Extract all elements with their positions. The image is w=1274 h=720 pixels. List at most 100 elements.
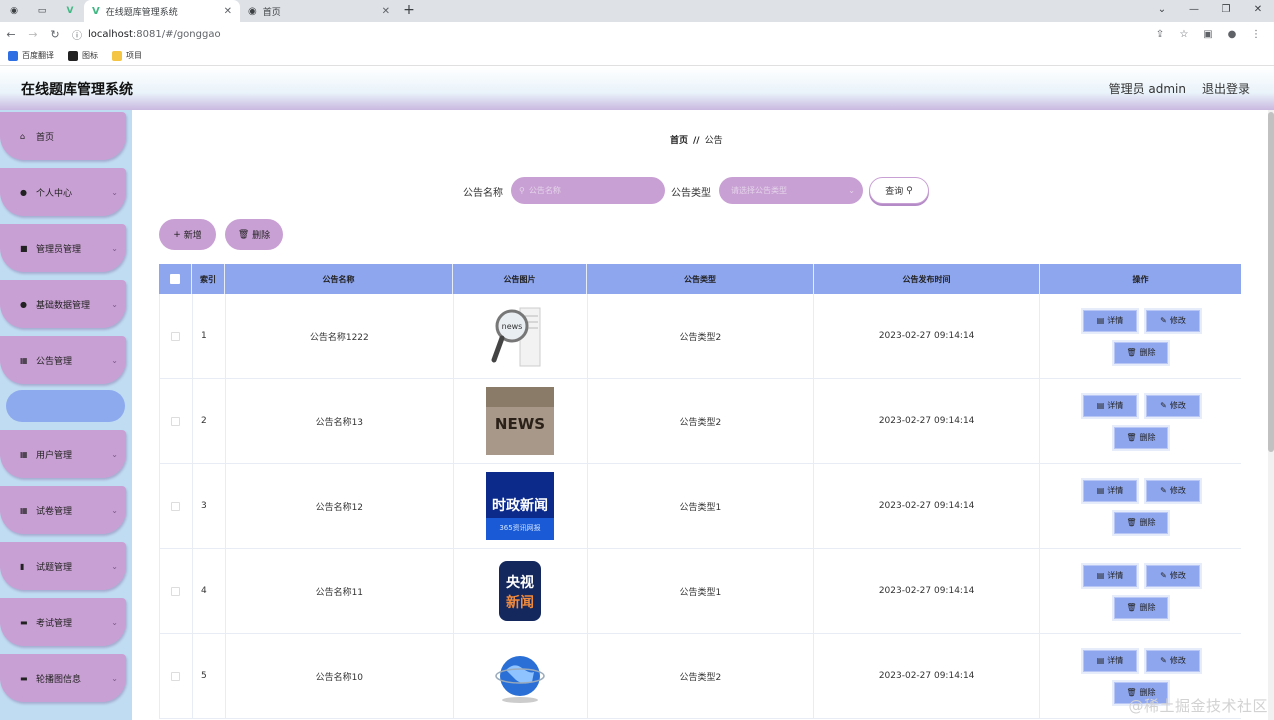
star-icon[interactable]: ☆: [1172, 29, 1196, 40]
url-field[interactable]: ⓘ localhost:8081/#/gonggao: [72, 27, 221, 42]
query-button[interactable]: 查询 ⚲: [869, 177, 929, 204]
info-icon[interactable]: ⓘ: [72, 27, 82, 42]
share-icon[interactable]: ⇪: [1148, 29, 1172, 40]
sidebar-item-label: 管理员管理: [36, 244, 82, 255]
sidebar-item[interactable]: ▬ 轮播图信息 ⌄: [0, 654, 126, 702]
logout-link[interactable]: 退出登录: [1202, 80, 1250, 97]
sidebar-item[interactable]: ● 个人中心 ⌄: [0, 168, 126, 216]
close-tab-icon[interactable]: ✕: [224, 6, 232, 17]
notice-image: [486, 642, 554, 710]
chevron-down-icon: ⌄: [111, 355, 118, 365]
bookmark-item[interactable]: 图标: [68, 50, 98, 61]
bookmark-item[interactable]: 百度翻译: [8, 50, 54, 61]
row-select-cell: [160, 464, 193, 548]
notice-image: NEWS: [486, 387, 555, 455]
header-type: 公告类型: [587, 264, 814, 294]
scrollbar-thumb[interactable]: [1268, 112, 1274, 452]
scrollbar[interactable]: [1268, 110, 1274, 720]
detail-button[interactable]: ▤ 详情: [1082, 479, 1137, 502]
sidebar-item[interactable]: ■ 管理员管理 ⌄: [0, 224, 126, 272]
svg-text:新闻: 新闻: [506, 594, 534, 611]
row-checkbox[interactable]: [171, 671, 181, 681]
edit-icon: ✎: [1160, 571, 1167, 580]
edit-button[interactable]: ✎ 修改: [1145, 649, 1200, 672]
select-all-checkbox[interactable]: [170, 274, 180, 284]
browser-tab[interactable]: ◉ 首页 ✕: [240, 0, 398, 22]
edit-button[interactable]: ✎ 修改: [1145, 394, 1200, 417]
document-icon: ▤: [1096, 316, 1105, 325]
cell-time: 2023-02-27 09:14:14: [814, 634, 1040, 718]
edit-button[interactable]: ✎ 修改: [1145, 309, 1200, 332]
delete-button[interactable]: 🗑 删除: [1113, 596, 1168, 619]
restore-icon[interactable]: ❐: [1210, 0, 1242, 22]
sidebar-item[interactable]: ▦ 试卷管理 ⌄: [0, 486, 126, 534]
delete-button[interactable]: 🗑 删除: [1113, 426, 1168, 449]
cell-time: 2023-02-27 09:14:14: [814, 379, 1040, 463]
detail-button[interactable]: ▤ 详情: [1082, 564, 1137, 587]
table-row: 5 公告名称10 公告类型2 2023-02-27 09:14:14 ▤ 详情 ✎ 修改 🗑 删除: [159, 634, 1241, 719]
more-icon[interactable]: ⋮: [1244, 29, 1268, 40]
edit-button[interactable]: ✎ 修改: [1145, 564, 1200, 587]
forward-icon[interactable]: →: [22, 28, 44, 41]
grid-icon: ▦: [20, 505, 28, 515]
folder-icon: [112, 50, 122, 61]
sidebar-item[interactable]: ▮ 试题管理 ⌄: [0, 542, 126, 590]
detail-button[interactable]: ▤ 详情: [1082, 394, 1137, 417]
cell-type: 公告类型2: [588, 634, 815, 718]
grid-icon: ▦: [20, 355, 28, 365]
name-search-input[interactable]: ⚲ 公告名称: [511, 177, 665, 204]
row-checkbox[interactable]: [171, 416, 181, 426]
chevron-down-icon: ⌄: [111, 617, 118, 627]
pinned-tab[interactable]: ◉: [0, 0, 28, 22]
edit-button[interactable]: ✎ 修改: [1145, 479, 1200, 502]
batch-delete-button[interactable]: 🗑 删除: [225, 219, 283, 250]
reload-icon[interactable]: ↻: [44, 28, 66, 41]
cell-index: 4: [193, 549, 226, 633]
message-icon: ▬: [20, 673, 28, 683]
sidebar-item[interactable]: ▬ 考试管理 ⌄: [0, 598, 126, 646]
sidebar-item-label: 试题管理: [36, 562, 73, 573]
back-icon[interactable]: ←: [0, 28, 22, 41]
trash-icon: 🗑: [237, 229, 250, 240]
detail-button[interactable]: ▤ 详情: [1082, 649, 1137, 672]
delete-button[interactable]: 🗑 删除: [1113, 511, 1168, 534]
cell-index: 2: [193, 379, 226, 463]
edit-button-label: 修改: [1169, 571, 1186, 580]
cell-image: 时政新闻 365资讯网报: [454, 464, 588, 548]
detail-button-label: 详情: [1107, 571, 1124, 580]
profile-icon[interactable]: ●: [1220, 29, 1244, 40]
translate-icon: [8, 50, 18, 61]
row-checkbox[interactable]: [171, 501, 181, 511]
sidebar-item[interactable]: ⌂ 首页: [0, 112, 126, 160]
edit-icon: ✎: [1160, 656, 1167, 665]
sidebar-item[interactable]: ▦ 用户管理 ⌄: [0, 430, 126, 478]
notice-image: 央视 新闻: [486, 557, 554, 625]
bookmark-item[interactable]: 项目: [112, 50, 142, 61]
sidepanel-icon[interactable]: ▣: [1196, 29, 1220, 40]
row-select-cell: [160, 294, 193, 378]
delete-button[interactable]: 🗑 删除: [1113, 341, 1168, 364]
row-actions: ▤ 详情 ✎ 修改 🗑 删除: [1040, 294, 1241, 379]
row-checkbox[interactable]: [171, 331, 181, 341]
browser-tab-bar: ◉ ▭ V V 在线题库管理系统 ✕ ◉ 首页 ✕ + ⌄ — ❐ ✕: [0, 0, 1274, 22]
sidebar-item[interactable]: ● 基础数据管理 ⌄: [0, 280, 126, 328]
pinned-tab[interactable]: V: [56, 0, 84, 22]
browser-tab-active[interactable]: V 在线题库管理系统 ✕: [84, 0, 240, 22]
tab-search-icon[interactable]: ⌄: [1146, 0, 1178, 22]
edit-icon: ✎: [1160, 316, 1167, 325]
pinned-tab[interactable]: ▭: [28, 0, 56, 22]
add-button[interactable]: + 新增: [159, 219, 216, 250]
row-checkbox[interactable]: [171, 586, 181, 596]
close-window-icon[interactable]: ✕: [1242, 0, 1274, 22]
sidebar-item[interactable]: ▦ 公告管理 ⌄: [0, 336, 126, 384]
detail-button[interactable]: ▤ 详情: [1082, 309, 1137, 332]
submenu-item-gonggao[interactable]: [6, 390, 125, 422]
type-select[interactable]: 请选择公告类型 ⌄: [719, 177, 863, 204]
tab-title: 在线题库管理系统: [105, 7, 178, 18]
close-tab-icon[interactable]: ✕: [382, 6, 390, 17]
minimize-icon[interactable]: —: [1178, 0, 1210, 22]
new-tab-button[interactable]: +: [398, 0, 420, 22]
url-host: localhost: [88, 28, 133, 40]
breadcrumb-home[interactable]: 首页: [670, 136, 688, 146]
cell-image: NEWS: [454, 379, 588, 463]
